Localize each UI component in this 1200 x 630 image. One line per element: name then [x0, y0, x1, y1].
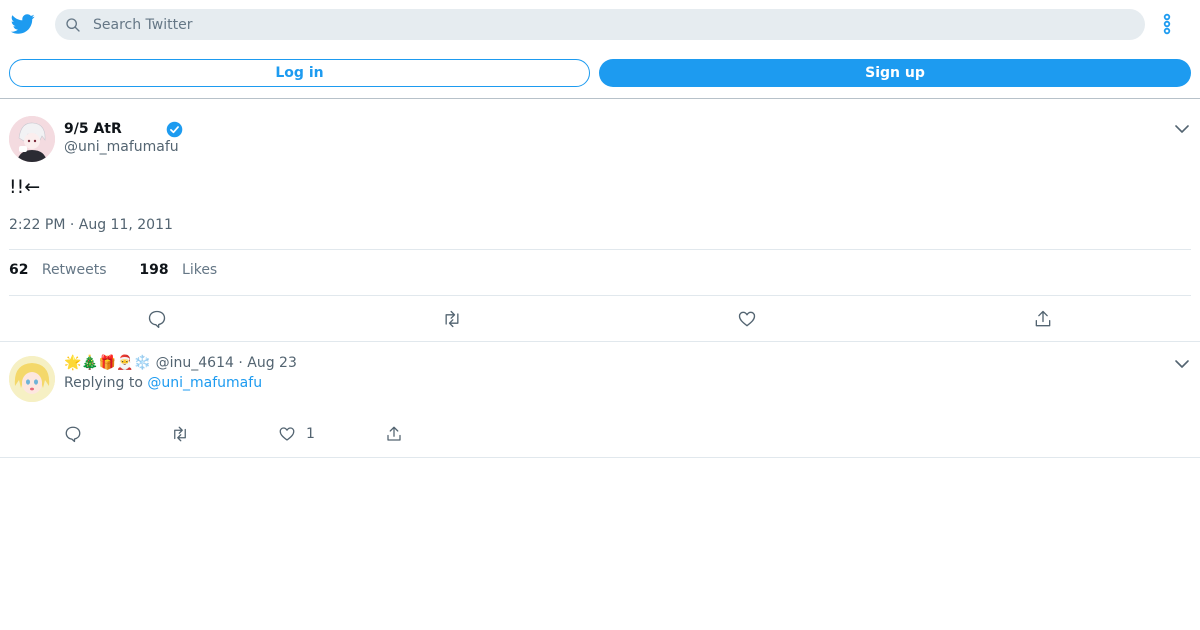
retweets-stat[interactable]: 62 Retweets [9, 262, 107, 278]
avatar[interactable] [9, 356, 55, 402]
reply-icon [65, 426, 81, 443]
retweet-icon [174, 426, 186, 442]
replying-to: Replying to @uni_mafumafu [64, 375, 262, 391]
login-button[interactable]: Log in [9, 59, 590, 87]
main-tweet: 9/5 AtR @uni_mafumafu !!← 2:22 PM · Aug … [0, 99, 1200, 342]
reply-tweet: 🌟🎄🎁🎅❄️ @inu_4614 · Aug 23 Replying to @u… [0, 342, 1200, 458]
like-icon [279, 427, 295, 441]
retweet-action[interactable] [171, 424, 189, 444]
avatar[interactable] [9, 116, 55, 162]
verified-badge-icon [166, 121, 183, 138]
reply-display-name[interactable]: 🌟🎄🎁🎅❄️ [64, 355, 151, 371]
retweet-icon[interactable] [441, 309, 463, 329]
tweet-text: !!← [9, 176, 41, 198]
replying-to-label: Replying to [64, 375, 143, 391]
replying-to-link[interactable]: @uni_mafumafu [147, 375, 262, 391]
reply-icon[interactable] [147, 309, 167, 329]
more-vertical-icon[interactable] [1158, 12, 1176, 36]
reply-action[interactable] [64, 424, 82, 444]
tweet-timestamp[interactable]: 2:22 PM · Aug 11, 2011 [9, 217, 173, 233]
like-count: 1 [306, 426, 315, 442]
display-name[interactable]: 9/5 AtR [64, 121, 122, 137]
share-action[interactable] [385, 424, 403, 444]
divider [9, 249, 1191, 250]
reply-separator [0, 457, 1200, 458]
tweet-stats: 62 Retweets 198 Likes [9, 262, 217, 278]
chevron-down-icon[interactable] [1174, 356, 1190, 372]
search-bar[interactable] [55, 9, 1145, 40]
twitter-bird-icon[interactable] [10, 12, 36, 36]
reply-header: 🌟🎄🎁🎅❄️ @inu_4614 · Aug 23 [64, 355, 297, 371]
top-bar [0, 0, 1200, 48]
avatar-image [9, 116, 55, 162]
signup-button[interactable]: Sign up [599, 59, 1191, 87]
likes-stat[interactable]: 198 Likes [139, 262, 217, 278]
divider [9, 295, 1191, 296]
likes-label: Likes [182, 262, 218, 278]
retweets-count: 62 [9, 262, 29, 278]
share-icon [387, 426, 401, 441]
avatar-image [9, 356, 55, 402]
user-handle[interactable]: @uni_mafumafu [64, 139, 179, 155]
chevron-down-icon[interactable] [1174, 121, 1190, 137]
retweets-label: Retweets [41, 262, 107, 278]
meta-separator: · [238, 355, 243, 371]
auth-buttons: Log in Sign up [0, 59, 1200, 87]
share-icon[interactable] [1033, 309, 1053, 329]
reply-handle[interactable]: @inu_4614 [156, 355, 234, 371]
like-icon[interactable] [737, 309, 757, 329]
likes-count: 198 [139, 262, 169, 278]
like-action[interactable]: 1 [278, 424, 315, 444]
search-input[interactable] [93, 9, 1133, 40]
reply-date[interactable]: Aug 23 [247, 355, 297, 371]
search-icon [66, 18, 80, 32]
